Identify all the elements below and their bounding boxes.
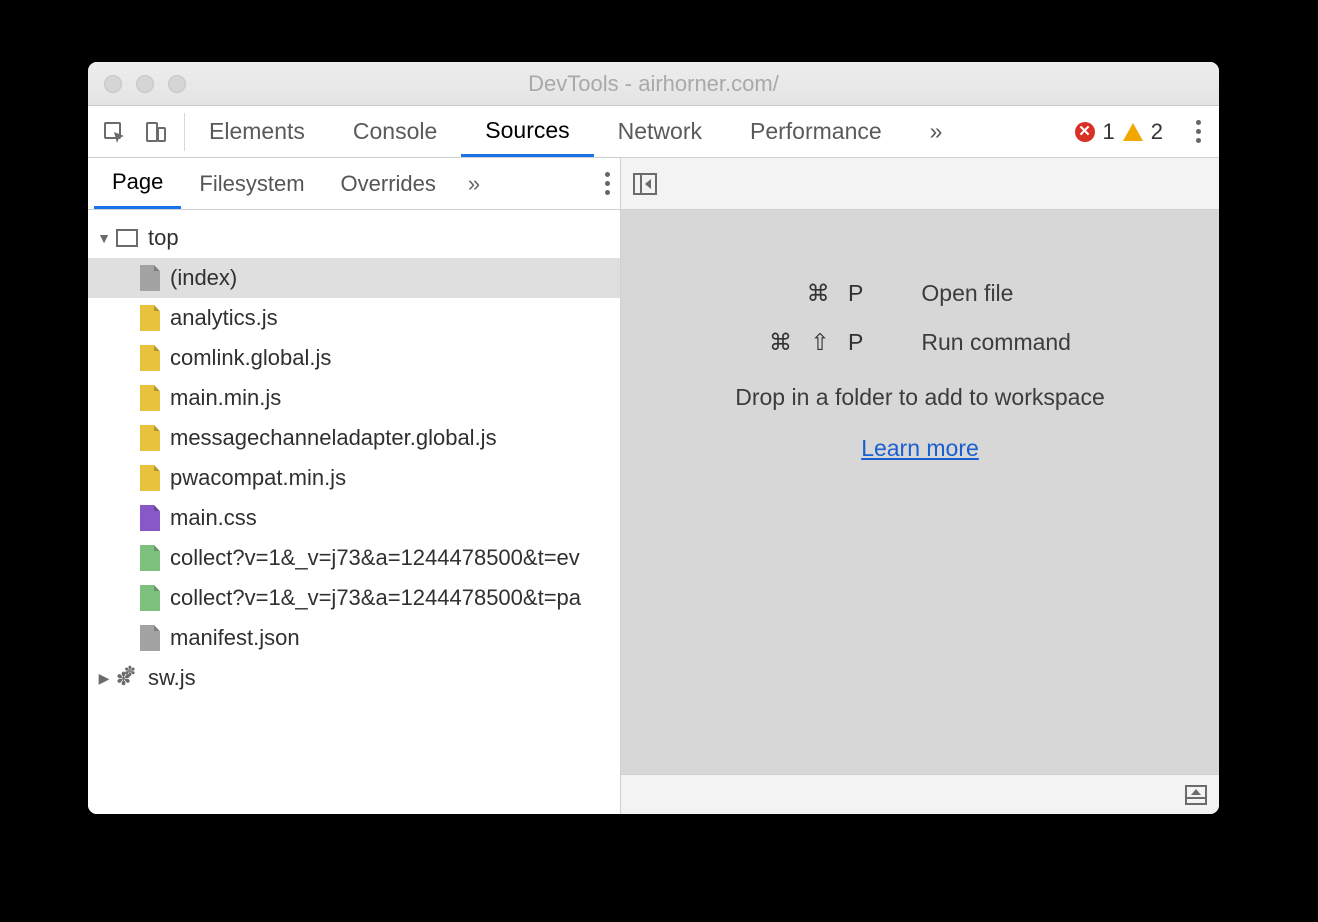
tree-item-file[interactable]: collect?v=1&_v=j73&a=1244478500&t=pa xyxy=(88,578,620,618)
tree-item-file[interactable]: manifest.json xyxy=(88,618,620,658)
close-window-icon[interactable] xyxy=(104,75,122,93)
tree-item-file[interactable]: messagechanneladapter.global.js xyxy=(88,418,620,458)
subtab-page[interactable]: Page xyxy=(94,158,181,209)
file-icon xyxy=(140,385,160,411)
editor-toolbar xyxy=(621,158,1219,210)
content-area: Page Filesystem Overrides » ▼ top (index… xyxy=(88,158,1219,814)
file-icon xyxy=(140,425,160,451)
tab-network[interactable]: Network xyxy=(594,106,726,157)
device-toolbar-icon[interactable] xyxy=(144,120,168,144)
service-worker-icon xyxy=(116,667,140,689)
subtab-overrides[interactable]: Overrides xyxy=(323,158,454,209)
learn-more-link[interactable]: Learn more xyxy=(861,435,979,462)
tree-label: pwacompat.min.js xyxy=(170,465,346,491)
navigator-sidebar: Page Filesystem Overrides » ▼ top (index… xyxy=(88,158,621,814)
navigator-menu-icon[interactable] xyxy=(605,172,610,195)
main-menu-icon[interactable] xyxy=(1181,120,1215,143)
window-controls xyxy=(104,75,186,93)
editor-placeholder: ⌘ P Open file ⌘ ⇧ P Run command Drop in … xyxy=(621,210,1219,774)
main-tab-bar: Elements Console Sources Network Perform… xyxy=(88,106,1219,158)
tree-item-file[interactable]: pwacompat.min.js xyxy=(88,458,620,498)
editor-footer xyxy=(621,774,1219,814)
tree-item-file[interactable]: main.css xyxy=(88,498,620,538)
file-icon xyxy=(140,305,160,331)
tree-label: (index) xyxy=(170,265,237,291)
workspace-drop-hint: Drop in a folder to add to workspace xyxy=(735,384,1104,411)
tree-label: collect?v=1&_v=j73&a=1244478500&t=pa xyxy=(170,585,581,611)
tree-item-file[interactable]: analytics.js xyxy=(88,298,620,338)
tree-item-file[interactable]: main.min.js xyxy=(88,378,620,418)
error-icon[interactable]: ✕ xyxy=(1075,122,1095,142)
shortcut-label: Open file xyxy=(921,280,1071,307)
tree-item-top[interactable]: ▼ top xyxy=(88,218,620,258)
warning-count[interactable]: 2 xyxy=(1151,119,1163,145)
disclosure-triangle-icon[interactable]: ▼ xyxy=(96,230,112,246)
warning-icon[interactable] xyxy=(1123,123,1143,141)
file-icon xyxy=(140,585,160,611)
tab-performance[interactable]: Performance xyxy=(726,106,906,157)
tree-item-service-worker[interactable]: ▶ sw.js xyxy=(88,658,620,698)
tree-label: sw.js xyxy=(148,665,196,691)
file-tree: ▼ top (index) analytics.js comlink.global.… xyxy=(88,210,620,814)
tree-label: top xyxy=(148,225,179,251)
shortcut-keys: ⌘ ⇧ P xyxy=(769,329,869,356)
shortcut-label: Run command xyxy=(921,329,1071,356)
tree-label: collect?v=1&_v=j73&a=1244478500&t=ev xyxy=(170,545,580,571)
tree-item-file[interactable]: collect?v=1&_v=j73&a=1244478500&t=ev xyxy=(88,538,620,578)
file-icon xyxy=(140,505,160,531)
zoom-window-icon[interactable] xyxy=(168,75,186,93)
tree-item-file[interactable]: (index) xyxy=(88,258,620,298)
editor-panel: ⌘ P Open file ⌘ ⇧ P Run command Drop in … xyxy=(621,158,1219,814)
file-icon xyxy=(140,345,160,371)
subtabs-overflow-icon[interactable]: » xyxy=(454,171,494,197)
tab-elements[interactable]: Elements xyxy=(185,106,329,157)
file-icon xyxy=(140,465,160,491)
tree-label: comlink.global.js xyxy=(170,345,331,371)
file-icon xyxy=(140,265,160,291)
shortcut-keys: ⌘ P xyxy=(769,280,869,307)
tree-label: analytics.js xyxy=(170,305,278,331)
toggle-drawer-icon[interactable] xyxy=(1185,785,1207,805)
error-count[interactable]: 1 xyxy=(1103,119,1115,145)
minimize-window-icon[interactable] xyxy=(136,75,154,93)
window-title: DevTools - airhorner.com/ xyxy=(88,71,1219,97)
tree-item-file[interactable]: comlink.global.js xyxy=(88,338,620,378)
tree-label: main.min.js xyxy=(170,385,281,411)
tree-label: main.css xyxy=(170,505,257,531)
tree-label: manifest.json xyxy=(170,625,300,651)
main-tabs-overflow-icon[interactable]: » xyxy=(906,106,967,157)
file-icon xyxy=(140,545,160,571)
tree-label: messagechanneladapter.global.js xyxy=(170,425,497,451)
inspect-element-icon[interactable] xyxy=(102,120,126,144)
frame-icon xyxy=(116,229,138,247)
navigator-tab-bar: Page Filesystem Overrides » xyxy=(88,158,620,210)
titlebar: DevTools - airhorner.com/ xyxy=(88,62,1219,106)
tab-sources[interactable]: Sources xyxy=(461,106,593,157)
subtab-filesystem[interactable]: Filesystem xyxy=(181,158,322,209)
disclosure-triangle-icon[interactable]: ▶ xyxy=(96,670,112,687)
tab-console[interactable]: Console xyxy=(329,106,461,157)
toggle-navigator-icon[interactable] xyxy=(633,173,657,195)
file-icon xyxy=(140,625,160,651)
devtools-window: DevTools - airhorner.com/ Elements Conso… xyxy=(88,62,1219,814)
status-area: ✕ 1 2 xyxy=(1075,119,1220,145)
